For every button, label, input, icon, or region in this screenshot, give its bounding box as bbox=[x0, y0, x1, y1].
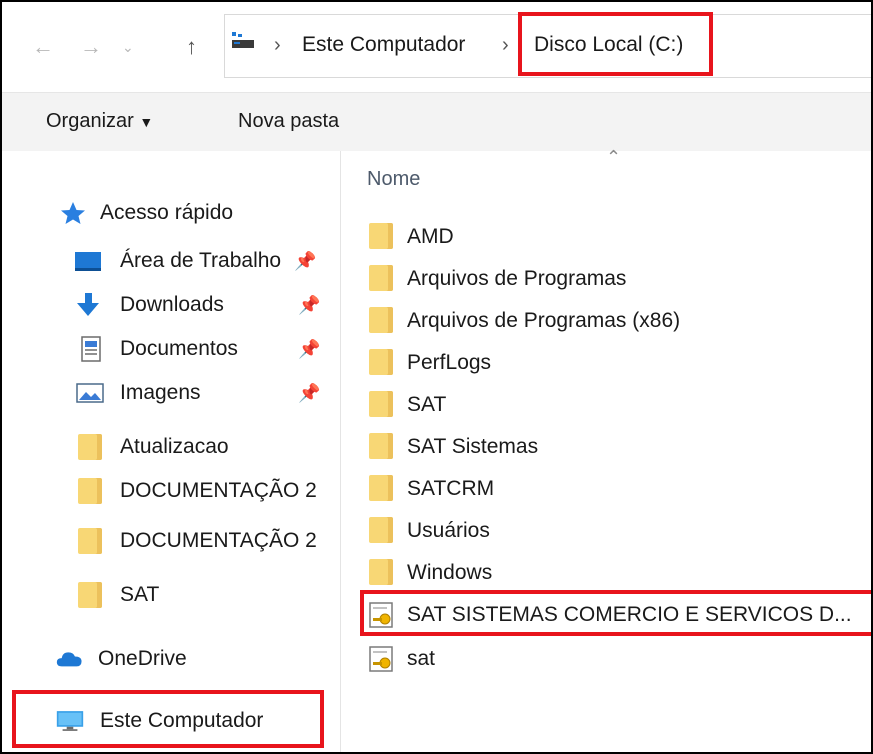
list-item[interactable]: Arquivos de Programas (x86) bbox=[363, 301, 871, 341]
up-arrow-icon[interactable]: ↑ bbox=[186, 32, 197, 62]
sidebar-label: Acesso rápido bbox=[100, 201, 234, 224]
sidebar-item-images[interactable]: Imagens 📌 bbox=[2, 373, 340, 413]
folder-icon bbox=[369, 517, 393, 543]
monitor-icon bbox=[56, 711, 84, 731]
pin-icon[interactable]: 📌 bbox=[298, 381, 320, 405]
sidebar-item-atualizacao[interactable]: Atualizacao bbox=[2, 427, 340, 467]
column-header-name[interactable]: Nome bbox=[367, 165, 420, 193]
sidebar-label: Atualizacao bbox=[120, 435, 229, 458]
list-item[interactable]: Usuários bbox=[363, 511, 871, 551]
list-item[interactable]: Windows bbox=[363, 553, 871, 593]
file-name: AMD bbox=[407, 225, 454, 248]
address-row: ← → ⌄ ↑ › Este Computador › Disco Local … bbox=[2, 2, 871, 92]
breadcrumb-disco-local[interactable]: Disco Local (C:) bbox=[534, 30, 683, 60]
caret-down-icon: ▼ bbox=[139, 114, 154, 130]
sidebar-item-downloads[interactable]: Downloads 📌 bbox=[2, 285, 340, 325]
folder-icon bbox=[78, 478, 102, 504]
sidebar-label: Downloads bbox=[120, 293, 224, 316]
sidebar-item-sat[interactable]: SAT bbox=[2, 575, 340, 615]
back-arrow-icon[interactable]: ← bbox=[32, 32, 54, 62]
list-item[interactable]: SAT SISTEMAS COMERCIO E SERVICOS D... bbox=[363, 595, 871, 635]
file-name: Arquivos de Programas (x86) bbox=[407, 309, 681, 332]
sidebar-label: Área de Trabalho bbox=[120, 249, 282, 272]
sidebar-item-desktop[interactable]: Área de Trabalho 📌 bbox=[2, 241, 340, 281]
list-item[interactable]: PerfLogs bbox=[363, 343, 871, 383]
sidebar-item-onedrive[interactable]: OneDrive bbox=[2, 639, 340, 679]
pin-icon[interactable]: 📌 bbox=[298, 293, 320, 317]
breadcrumb-este-computador[interactable]: Este Computador bbox=[302, 30, 465, 60]
image-icon bbox=[76, 383, 104, 403]
sidebar-item-documents[interactable]: Documentos 📌 bbox=[2, 329, 340, 369]
file-explorer-window: ← → ⌄ ↑ › Este Computador › Disco Local … bbox=[0, 0, 873, 754]
file-name: SAT SISTEMAS COMERCIO E SERVICOS D... bbox=[407, 603, 852, 626]
folder-icon bbox=[369, 559, 393, 585]
folder-icon bbox=[369, 265, 393, 291]
list-item[interactable]: SATCRM bbox=[363, 469, 871, 509]
navigation-pane: Acesso rápido Área de Trabalho 📌 Downloa… bbox=[2, 151, 341, 752]
organize-button[interactable]: Organizar ▼ bbox=[46, 108, 153, 135]
sidebar-label: SAT bbox=[120, 583, 160, 606]
organize-label: Organizar bbox=[46, 110, 134, 132]
file-name: SATCRM bbox=[407, 477, 495, 500]
pin-icon[interactable]: 📌 bbox=[294, 249, 316, 273]
star-icon bbox=[61, 202, 85, 224]
folder-icon bbox=[369, 391, 393, 417]
pin-icon[interactable]: 📌 bbox=[298, 337, 320, 361]
list-item[interactable]: SAT bbox=[363, 385, 871, 425]
chevron-down-icon[interactable]: ⌄ bbox=[122, 32, 134, 62]
sidebar-item-this-pc[interactable]: Este Computador bbox=[2, 701, 340, 741]
folder-icon bbox=[369, 433, 393, 459]
desktop-icon bbox=[75, 252, 101, 271]
file-name: Arquivos de Programas bbox=[407, 267, 627, 290]
breadcrumb-separator-icon: › bbox=[274, 34, 281, 56]
file-list: ⌃ Nome AMD Arquivos de Programas Arquivo… bbox=[341, 147, 871, 752]
file-name: Usuários bbox=[407, 519, 490, 542]
file-name: PerfLogs bbox=[407, 351, 492, 374]
certificate-icon bbox=[369, 646, 393, 672]
list-item[interactable]: Arquivos de Programas bbox=[363, 259, 871, 299]
folder-icon bbox=[369, 349, 393, 375]
folder-icon bbox=[78, 528, 102, 554]
sort-ascending-icon: ⌃ bbox=[606, 147, 622, 167]
sidebar-label: Imagens bbox=[120, 381, 201, 404]
folder-icon bbox=[78, 582, 102, 608]
file-name: sat bbox=[407, 647, 436, 670]
new-folder-button[interactable]: Nova pasta bbox=[238, 108, 339, 134]
certificate-icon bbox=[369, 602, 393, 628]
folder-icon bbox=[369, 307, 393, 333]
sidebar-item-documentacao-2[interactable]: DOCUMENTAÇÃO 2 bbox=[2, 521, 340, 561]
file-name: SAT Sistemas bbox=[407, 435, 539, 458]
breadcrumb-separator-icon: › bbox=[502, 34, 509, 56]
sidebar-label: DOCUMENTAÇÃO 2 bbox=[120, 479, 317, 502]
command-bar: Organizar ▼ Nova pasta bbox=[2, 92, 871, 152]
folder-icon bbox=[78, 434, 102, 460]
sidebar-item-documentacao-1[interactable]: DOCUMENTAÇÃO 2 bbox=[2, 471, 340, 511]
sidebar-label: OneDrive bbox=[98, 647, 187, 670]
file-name: SAT bbox=[407, 393, 447, 416]
pc-icon bbox=[232, 32, 254, 48]
list-item[interactable]: sat bbox=[363, 639, 871, 679]
cloud-icon bbox=[56, 652, 82, 667]
folder-icon bbox=[369, 223, 393, 249]
sidebar-label: DOCUMENTAÇÃO 2 bbox=[120, 529, 317, 552]
sidebar-label: Documentos bbox=[120, 337, 238, 360]
sidebar-label: Este Computador bbox=[100, 709, 264, 732]
download-icon bbox=[77, 293, 99, 316]
file-name: Windows bbox=[407, 561, 493, 584]
folder-icon bbox=[369, 475, 393, 501]
sidebar-item-quick-access[interactable]: Acesso rápido bbox=[2, 193, 340, 233]
document-icon bbox=[81, 336, 101, 362]
list-item[interactable]: SAT Sistemas bbox=[363, 427, 871, 467]
forward-arrow-icon[interactable]: → bbox=[80, 32, 102, 62]
list-item[interactable]: AMD bbox=[363, 217, 871, 257]
